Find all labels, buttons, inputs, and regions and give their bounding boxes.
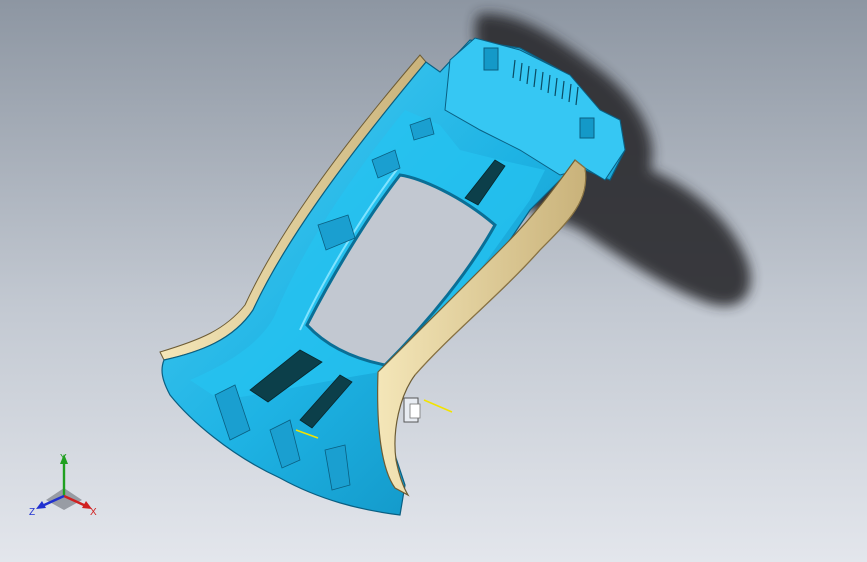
graphics-viewport[interactable]: Y X Z: [0, 0, 867, 562]
trim-clip: [403, 397, 421, 423]
z-axis-label: Z: [29, 507, 35, 518]
connector-latch: [483, 47, 499, 71]
model-canvas[interactable]: [0, 0, 867, 562]
x-axis-label: X: [90, 507, 97, 518]
connector-latch-2: [579, 117, 595, 139]
orientation-triad[interactable]: Y X Z: [26, 448, 106, 528]
y-axis-label: Y: [60, 453, 67, 464]
